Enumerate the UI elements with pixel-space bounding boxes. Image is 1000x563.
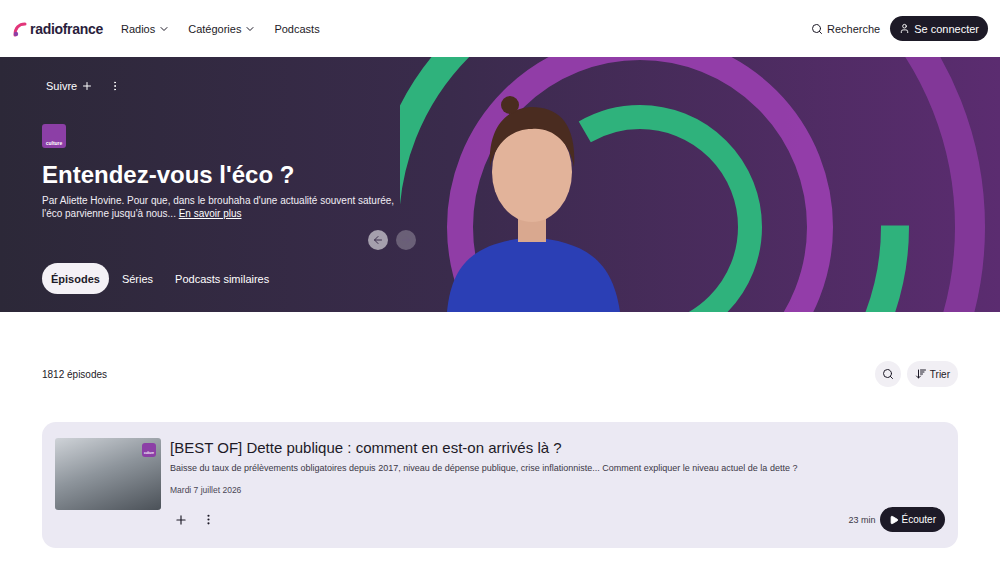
- episode-title[interactable]: [BEST OF] Dette publique : comment en es…: [170, 438, 945, 458]
- arrow-right-icon: [400, 234, 412, 246]
- podcast-description: Par Aliette Hovine. Pour que, dans le br…: [42, 194, 402, 220]
- nav-item[interactable]: Podcasts: [274, 23, 319, 35]
- plus-icon: [174, 513, 188, 527]
- episode-info: [BEST OF] Dette publique : comment en es…: [170, 438, 945, 532]
- next-button[interactable]: [396, 230, 416, 250]
- sort-icon: [915, 368, 927, 380]
- header-right: Recherche Se connecter: [811, 16, 988, 41]
- more-icon: [202, 513, 215, 526]
- top-bar: radiofrance Radios Catégories Podcasts Reche…: [0, 0, 1000, 57]
- episode-duration: 23 min: [849, 515, 876, 525]
- station-badge: culture: [142, 443, 156, 457]
- more-button[interactable]: [109, 80, 121, 92]
- list-toolbar: 1812 épisodes Trier: [42, 360, 958, 388]
- arrow-left-icon: [372, 234, 384, 246]
- search-link[interactable]: Recherche: [811, 23, 880, 35]
- podcast-title: Entendez-vous l'éco ?: [42, 160, 420, 190]
- station-logo: culture: [42, 124, 420, 148]
- tab[interactable]: Séries: [113, 263, 162, 294]
- episode-count: 1812 épisodes: [42, 369, 107, 380]
- episodes-section: 1812 épisodes Trier culture [BEST OF] Dette…: [0, 312, 1000, 562]
- episode-description: Baisse du taux de prélèvements obligatoi…: [170, 462, 945, 474]
- hero-content: Suivre culture Entendez-vous l'éco ? Par Al…: [0, 57, 420, 312]
- nav-item[interactable]: Catégories: [188, 23, 256, 35]
- search-icon: [882, 368, 894, 380]
- play-button[interactable]: Écouter: [880, 507, 945, 532]
- add-button[interactable]: [174, 513, 188, 527]
- more-link[interactable]: En savoir plus: [179, 208, 242, 219]
- tab[interactable]: Épisodes: [42, 263, 109, 294]
- plus-icon: [81, 80, 93, 92]
- tabs: ÉpisodesSériesPodcasts similaires: [42, 263, 420, 294]
- tab[interactable]: Podcasts similaires: [166, 263, 278, 294]
- login-button[interactable]: Se connecter: [890, 16, 988, 41]
- chevron-down-icon: [244, 23, 256, 35]
- thumbnail-badge: culture: [142, 443, 156, 457]
- sort-button[interactable]: Trier: [907, 361, 958, 387]
- user-icon: [899, 23, 910, 34]
- hero-actions: Suivre: [42, 76, 420, 95]
- chevron-down-icon: [158, 23, 170, 35]
- episode-card[interactable]: culture [BEST OF] Dette publique : commen…: [42, 422, 958, 548]
- episode-play: 23 min Écouter: [849, 507, 945, 532]
- more-icon: [109, 80, 121, 92]
- hero-banner: Suivre culture Entendez-vous l'éco ? Par Al…: [0, 57, 1000, 312]
- logo-icon: [12, 21, 28, 37]
- search-button[interactable]: [875, 361, 901, 387]
- prev-button[interactable]: [368, 230, 388, 250]
- episode-thumbnail: culture: [55, 438, 161, 510]
- nav-item[interactable]: Radios: [121, 23, 170, 35]
- episode-footer: 23 min Écouter: [170, 507, 945, 532]
- host-photo: [432, 57, 632, 312]
- more-button[interactable]: [202, 513, 215, 526]
- carousel-controls: [42, 230, 420, 250]
- search-icon: [811, 23, 823, 35]
- list-actions: Trier: [875, 361, 958, 387]
- follow-button[interactable]: Suivre: [42, 80, 93, 92]
- station-badge: culture: [42, 124, 66, 148]
- header-left: radiofrance Radios Catégories Podcasts: [12, 21, 320, 37]
- episode-date: Mardi 7 juillet 2026: [170, 485, 945, 495]
- episode-actions: [170, 513, 215, 527]
- logo[interactable]: radiofrance: [12, 21, 103, 37]
- page: radiofrance Radios Catégories Podcasts Reche…: [0, 0, 1000, 563]
- play-icon: [889, 515, 899, 525]
